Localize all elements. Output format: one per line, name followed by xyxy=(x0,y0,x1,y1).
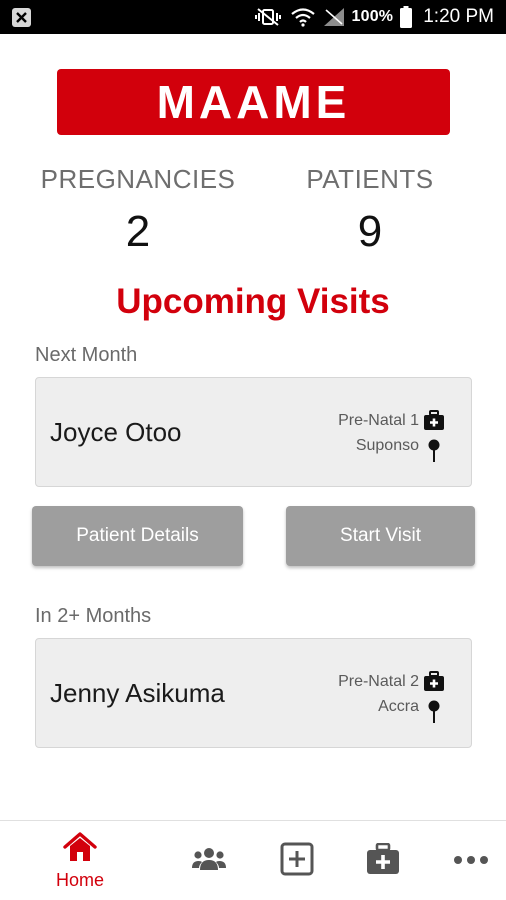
stat-value: 9 xyxy=(357,207,383,256)
stat-label: PATIENTS xyxy=(306,164,434,194)
wifi-icon xyxy=(290,7,316,27)
visit-meta-icons xyxy=(423,410,447,470)
medical-kit-icon xyxy=(366,842,400,880)
status-time: 1:20 PM xyxy=(423,6,494,27)
medical-kit-icon xyxy=(423,671,447,698)
visit-meta: Pre-Natal 2 Accra xyxy=(338,669,419,719)
vibrate-mute-icon xyxy=(253,7,283,27)
visit-card[interactable]: Joyce Otoo Pre-Natal 1 Suponso xyxy=(35,377,472,487)
patient-details-button[interactable]: Patient Details xyxy=(32,506,243,566)
visit-card[interactable]: Jenny Asikuma Pre-Natal 2 Accra xyxy=(35,638,472,748)
patients-stat: PATIENTS 9 xyxy=(260,164,480,257)
visit-type: Pre-Natal 2 xyxy=(338,673,419,690)
bottom-nav: Home xyxy=(0,820,506,900)
more-icon xyxy=(453,852,489,870)
group-label-2-plus-months: In 2+ Months xyxy=(35,605,152,627)
upcoming-visits-title: Upcoming Visits xyxy=(116,282,390,321)
visit-type: Pre-Natal 1 xyxy=(338,412,419,429)
nav-more[interactable] xyxy=(446,821,496,900)
nav-patients[interactable] xyxy=(184,821,234,900)
plus-square-icon xyxy=(280,842,314,881)
home-icon xyxy=(62,831,98,867)
stat-value: 2 xyxy=(125,207,151,256)
battery-percent: 100% xyxy=(351,8,394,25)
start-visit-button[interactable]: Start Visit xyxy=(286,506,475,566)
nav-home-label: Home xyxy=(55,869,104,890)
app-title: MAAME xyxy=(156,76,351,128)
nav-home[interactable]: Home xyxy=(40,821,120,900)
visit-meta-icons xyxy=(423,671,447,731)
map-pin-icon xyxy=(423,439,447,468)
visit-location: Suponso xyxy=(355,437,419,454)
nav-visits[interactable] xyxy=(358,821,408,900)
notification-close-icon xyxy=(12,8,31,27)
signal-icon xyxy=(323,7,345,27)
people-icon xyxy=(191,846,227,877)
battery-icon xyxy=(400,6,413,28)
stat-label: PREGNANCIES xyxy=(40,164,236,194)
brand-banner: MAAME xyxy=(57,69,450,135)
patient-name: Joyce Otoo xyxy=(50,416,182,447)
medical-kit-icon xyxy=(423,410,447,437)
nav-add[interactable] xyxy=(272,821,322,900)
pregnancies-stat: PREGNANCIES 2 xyxy=(28,164,248,257)
visit-location: Accra xyxy=(378,698,419,715)
map-pin-icon xyxy=(423,700,447,729)
visit-meta: Pre-Natal 1 Suponso xyxy=(338,408,419,458)
patient-name: Jenny Asikuma xyxy=(50,677,225,708)
status-bar: 100% 1:20 PM xyxy=(0,0,506,34)
group-label-next-month: Next Month xyxy=(35,344,138,366)
